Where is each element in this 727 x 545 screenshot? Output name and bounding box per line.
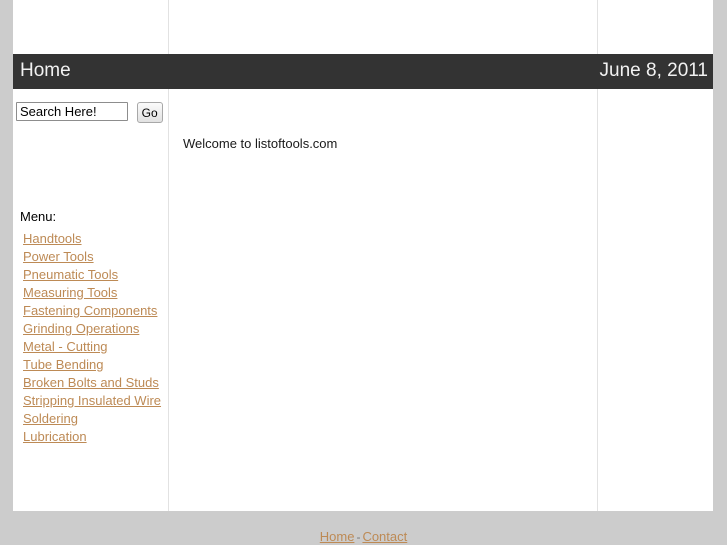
sidebar-item-stripping-insulated-wire[interactable]: Stripping Insulated Wire <box>23 393 161 408</box>
footer: Home - Contact <box>0 511 727 545</box>
sidebar-item-soldering[interactable]: Soldering <box>23 411 78 426</box>
header-date: June 8, 2011 <box>599 60 708 81</box>
sidebar-item-broken-bolts-and-studs[interactable]: Broken Bolts and Studs <box>23 375 159 390</box>
sidebar-item-tube-bending[interactable]: Tube Bending <box>23 357 103 372</box>
sidebar-item-lubrication[interactable]: Lubrication <box>23 429 87 444</box>
list-item: Handtools <box>23 230 168 248</box>
list-item: Power Tools <box>23 248 168 266</box>
right-column <box>598 89 713 511</box>
footer-link-home[interactable]: Home <box>320 529 355 544</box>
content-columns: Go Menu: Handtools Power Tools Pneumatic… <box>13 89 713 511</box>
search-go-button[interactable]: Go <box>136 102 163 123</box>
sidebar-item-measuring-tools[interactable]: Measuring Tools <box>23 285 117 300</box>
search-form: Go <box>16 102 163 124</box>
search-input[interactable] <box>16 102 128 121</box>
menu-block: Menu: Handtools Power Tools Pneumatic To… <box>20 210 168 446</box>
sidebar-item-power-tools[interactable]: Power Tools <box>23 249 94 264</box>
sidebar-item-handtools[interactable]: Handtools <box>23 231 82 246</box>
list-item: Tube Bending <box>23 356 168 374</box>
footer-links: Home - Contact <box>0 529 727 545</box>
column-divider-right <box>597 0 598 54</box>
header-bar: Home June 8, 2011 <box>13 54 713 89</box>
sidebar-item-pneumatic-tools[interactable]: Pneumatic Tools <box>23 267 118 282</box>
column-divider-left <box>168 0 169 54</box>
list-item: Fastening Components <box>23 302 168 320</box>
sidebar-item-fastening-components[interactable]: Fastening Components <box>23 303 157 318</box>
list-item: Measuring Tools <box>23 284 168 302</box>
menu-heading: Menu: <box>20 209 57 224</box>
sidebar-item-grinding-operations[interactable]: Grinding Operations <box>23 321 139 336</box>
list-item: Soldering <box>23 410 168 428</box>
welcome-message: Welcome to listoftools.com <box>183 136 338 151</box>
sidebar: Go Menu: Handtools Power Tools Pneumatic… <box>13 89 168 511</box>
top-empty-strip <box>13 0 713 54</box>
list-item: Pneumatic Tools <box>23 266 168 284</box>
page-title: Home <box>20 60 71 81</box>
list-item: Stripping Insulated Wire <box>23 392 168 410</box>
list-item: Lubrication <box>23 428 168 446</box>
footer-link-contact[interactable]: Contact <box>362 529 407 544</box>
list-item: Broken Bolts and Studs <box>23 374 168 392</box>
page-root: Home June 8, 2011 Go Menu: Handtools Pow… <box>0 0 727 545</box>
list-item: Metal - Cutting <box>23 338 168 356</box>
list-item: Grinding Operations <box>23 320 168 338</box>
main-content: Welcome to listoftools.com <box>169 89 597 511</box>
sidebar-item-metal-cutting[interactable]: Metal - Cutting <box>23 339 108 354</box>
menu-list: Handtools Power Tools Pneumatic Tools Me… <box>20 230 168 446</box>
